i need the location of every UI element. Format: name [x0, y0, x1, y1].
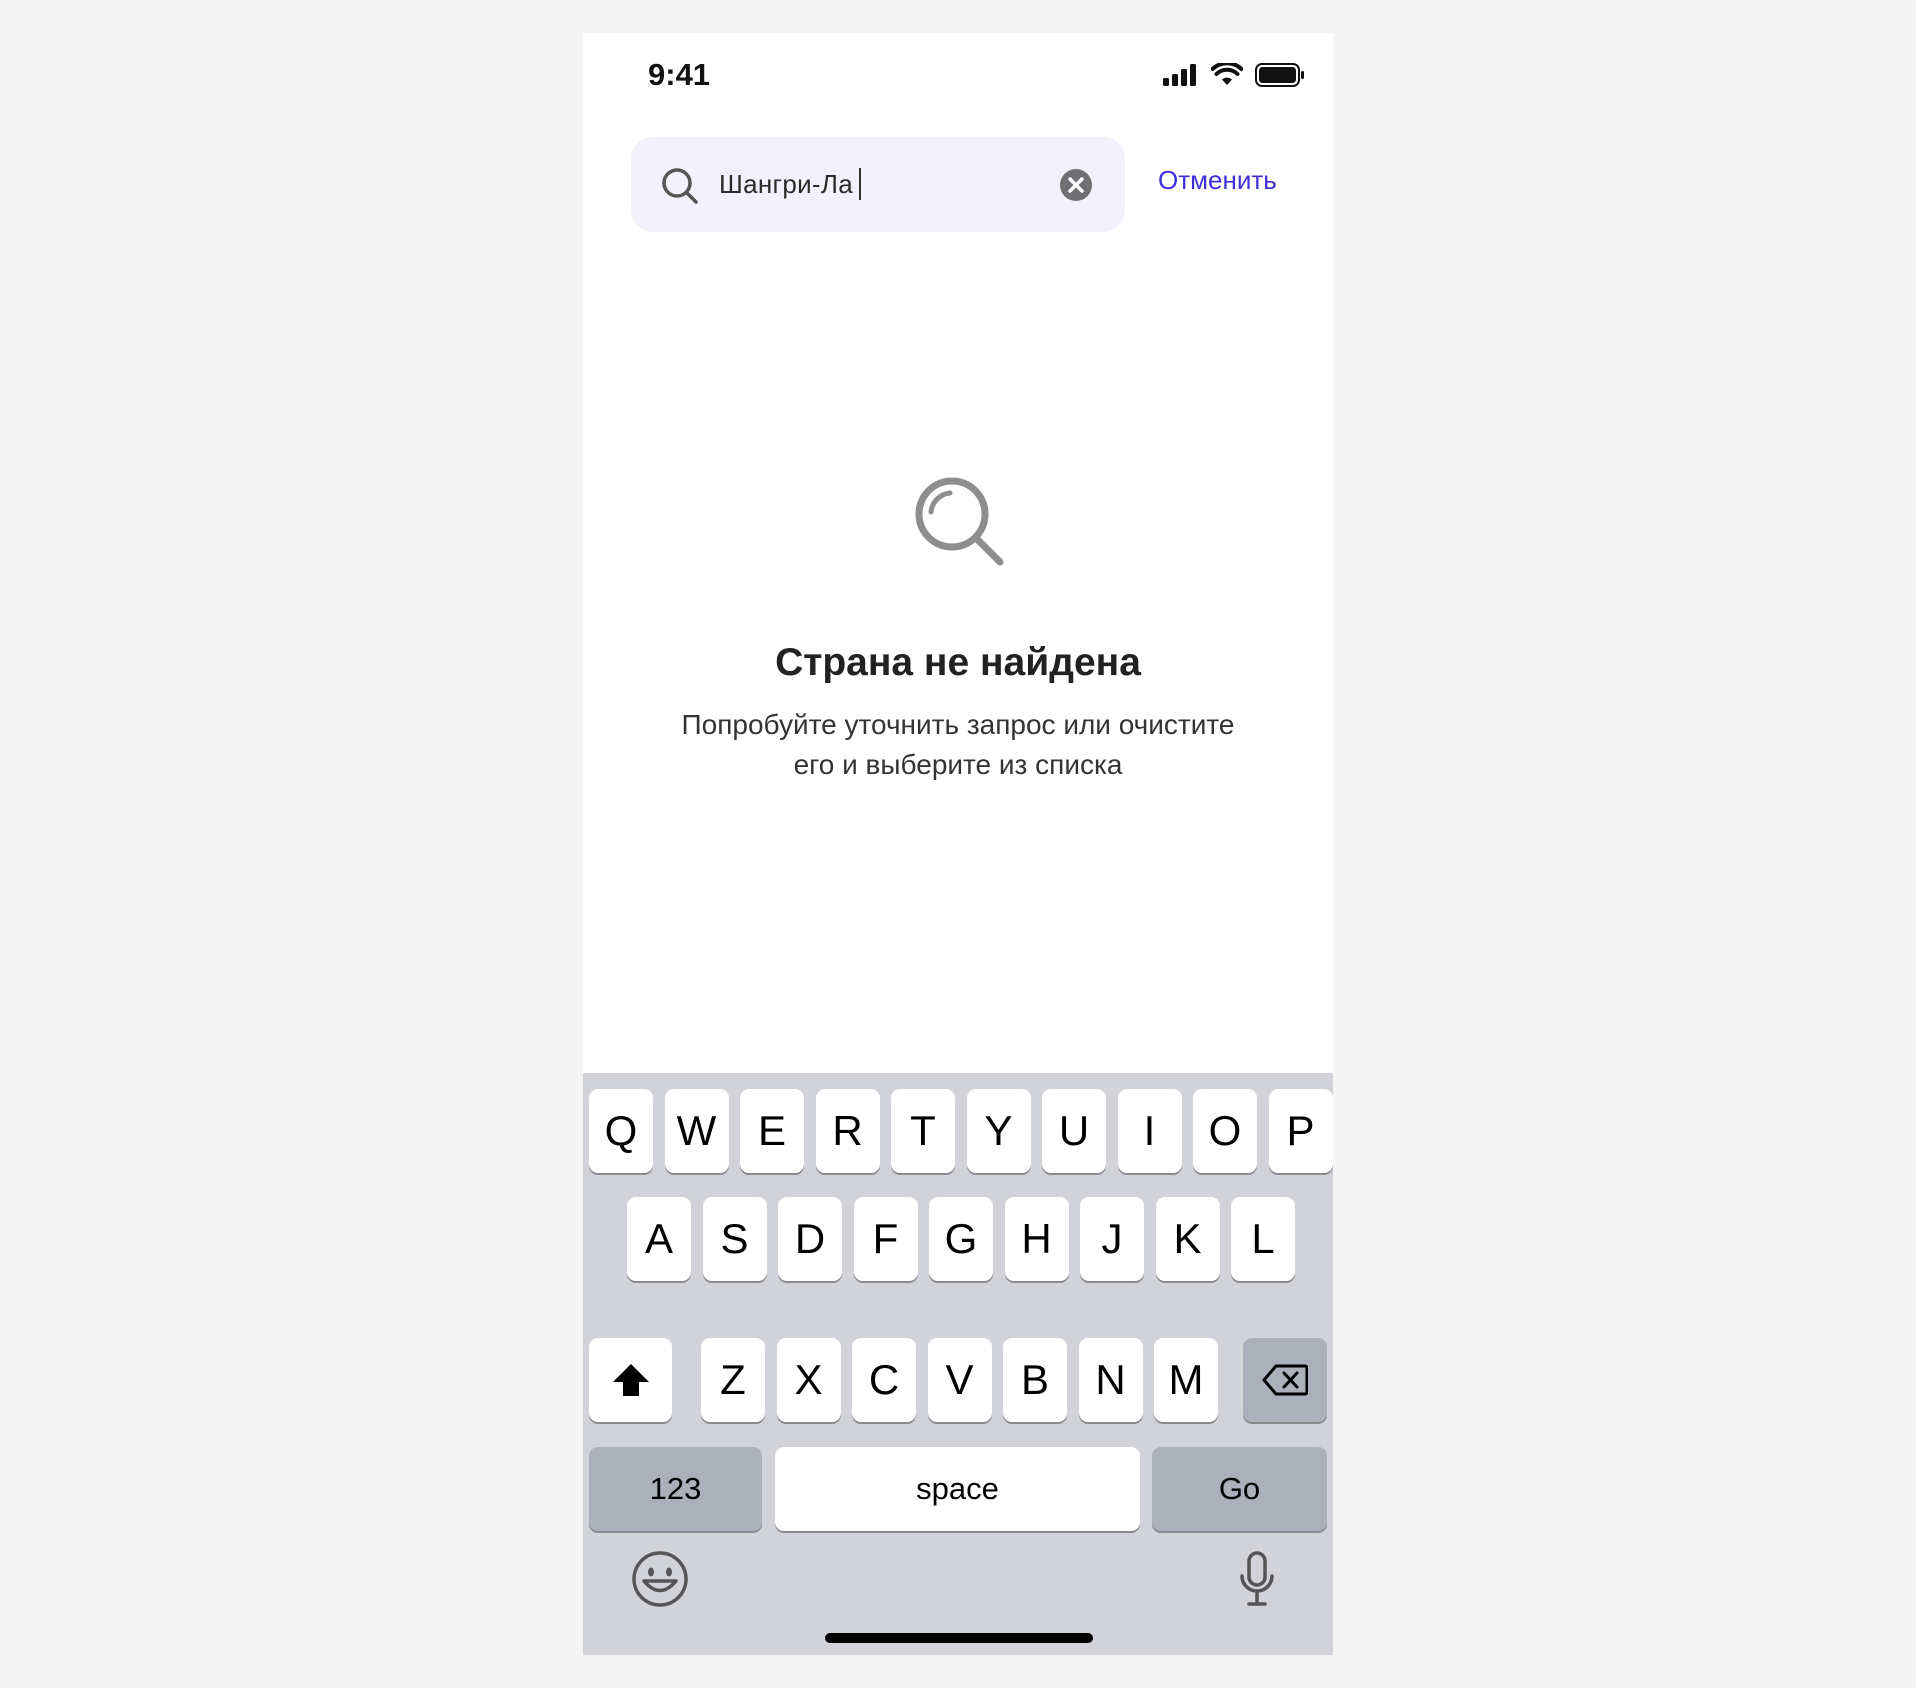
home-indicator — [825, 1633, 1093, 1643]
search-input[interactable]: Шангри-Ла — [631, 137, 1125, 232]
key-n[interactable]: N — [1078, 1338, 1143, 1422]
key-d[interactable]: D — [778, 1197, 842, 1281]
key-e[interactable]: E — [740, 1089, 804, 1173]
key-c[interactable]: C — [852, 1338, 916, 1422]
status-time: 9:41 — [648, 57, 711, 92]
space-key[interactable]: space — [775, 1447, 1140, 1531]
key-t[interactable]: T — [891, 1089, 955, 1173]
backspace-icon — [1262, 1364, 1308, 1396]
magnifier-icon — [915, 477, 1004, 566]
key-j[interactable]: J — [1080, 1197, 1144, 1281]
key-s[interactable]: S — [702, 1197, 767, 1281]
key-v[interactable]: V — [927, 1338, 992, 1422]
go-key[interactable]: Go — [1152, 1447, 1327, 1531]
key-u[interactable]: U — [1042, 1089, 1106, 1173]
key-m[interactable]: M — [1154, 1338, 1218, 1422]
key-a[interactable]: A — [627, 1197, 691, 1281]
empty-state-description: Попробуйте уточнить запрос или очистите … — [633, 705, 1283, 785]
shift-key[interactable] — [589, 1338, 672, 1422]
signal-icon — [1163, 64, 1196, 86]
key-q[interactable]: Q — [589, 1089, 653, 1173]
microphone-icon[interactable] — [1238, 1550, 1276, 1608]
key-z[interactable]: Z — [701, 1338, 765, 1422]
keyboard: QWERTYUIOP ASDFGHJKL ZXCVBNM 123 space G… — [583, 1073, 1333, 1655]
cancel-button[interactable]: Отменить — [1158, 165, 1277, 196]
phone-screen: 9:41 Шангри-Ла Отменить Страна не найден… — [583, 33, 1333, 1655]
key-h[interactable]: H — [1004, 1197, 1069, 1281]
key-x[interactable]: X — [776, 1338, 841, 1422]
search-icon — [662, 168, 698, 204]
search-query: Шангри-Ла — [719, 168, 861, 200]
key-w[interactable]: W — [664, 1089, 729, 1173]
key-p[interactable]: P — [1268, 1089, 1333, 1173]
text-caret — [859, 168, 861, 200]
key-f[interactable]: F — [853, 1197, 918, 1281]
empty-state-description-line2: его и выберите из списка — [793, 749, 1123, 780]
search-query-text: Шангри-Ла — [719, 168, 853, 199]
clear-icon[interactable] — [1059, 168, 1093, 202]
wifi-icon — [1211, 63, 1243, 85]
status-icons — [1163, 63, 1305, 87]
key-k[interactable]: K — [1155, 1197, 1220, 1281]
numbers-key[interactable]: 123 — [589, 1447, 762, 1531]
backspace-key[interactable] — [1243, 1338, 1327, 1422]
battery-icon — [1255, 63, 1304, 87]
key-g[interactable]: G — [929, 1197, 993, 1281]
key-r[interactable]: R — [815, 1089, 880, 1173]
key-i[interactable]: I — [1117, 1089, 1182, 1173]
key-l[interactable]: L — [1231, 1197, 1295, 1281]
empty-state-title: Страна не найдена — [775, 641, 1141, 684]
shift-icon — [612, 1364, 649, 1396]
key-b[interactable]: B — [1003, 1338, 1067, 1422]
key-o[interactable]: O — [1193, 1089, 1257, 1173]
emoji-icon[interactable] — [631, 1550, 689, 1608]
key-y[interactable]: Y — [966, 1089, 1031, 1173]
empty-state-description-line1: Попробуйте уточнить запрос или очистите — [681, 709, 1235, 740]
